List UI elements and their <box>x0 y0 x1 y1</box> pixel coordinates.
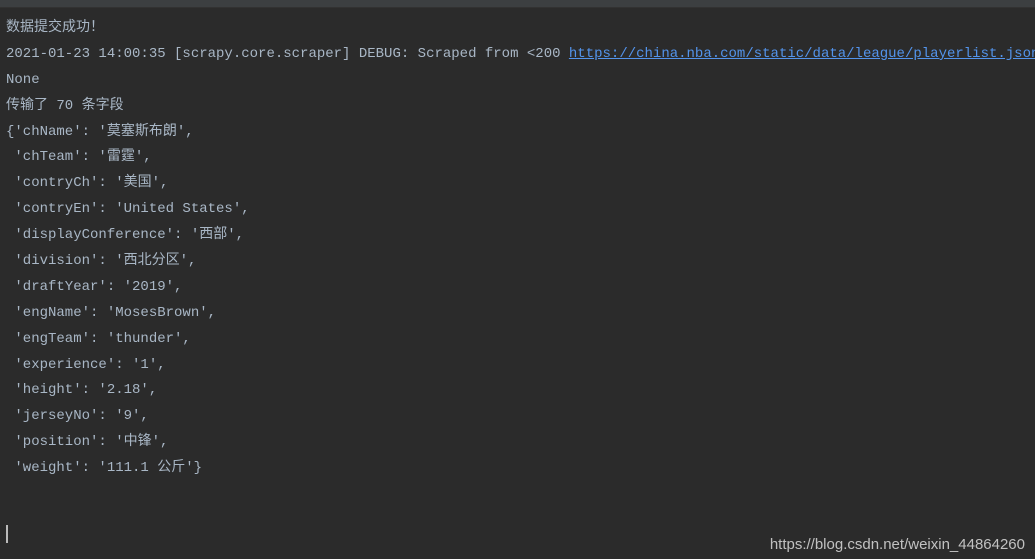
output-line-field: 'contryCh': '美国', <box>6 171 1029 197</box>
output-line-field: 'draftYear': '2019', <box>6 275 1029 301</box>
output-line-field: 'displayConference': '西部', <box>6 223 1029 249</box>
text-cursor <box>6 525 8 543</box>
output-line-field: 'engTeam': 'thunder', <box>6 327 1029 353</box>
output-line-transmit: 传输了 70 条字段 <box>6 94 1029 120</box>
scraped-url-link[interactable]: https://china.nba.com/static/data/league… <box>569 46 1035 62</box>
output-line-field: 'division': '西北分区', <box>6 249 1029 275</box>
output-line-field: 'contryEn': 'United States', <box>6 197 1029 223</box>
output-line-debug: 2021-01-23 14:00:35 [scrapy.core.scraper… <box>6 42 1029 68</box>
output-line-field: 'position': '中锋', <box>6 430 1029 456</box>
output-line-success: 数据提交成功！ <box>6 16 1029 42</box>
output-line-none: None <box>6 68 1029 94</box>
watermark-text: https://blog.csdn.net/weixin_44864260 <box>770 536 1025 553</box>
output-line-field: 'experience': '1', <box>6 353 1029 379</box>
output-line-field: 'engName': 'MosesBrown', <box>6 301 1029 327</box>
output-line-field: 'height': '2.18', <box>6 378 1029 404</box>
output-line-field: 'weight': '111.1 公斤'} <box>6 456 1029 482</box>
console-output: 数据提交成功！ 2021-01-23 14:00:35 [scrapy.core… <box>0 8 1035 490</box>
output-line-field: 'jerseyNo': '9', <box>6 404 1029 430</box>
output-line-dict-open: {'chName': '莫塞斯布朗', <box>6 120 1029 146</box>
editor-top-bar <box>0 0 1035 8</box>
output-line-field: 'chTeam': '雷霆', <box>6 145 1029 171</box>
log-prefix: 2021-01-23 14:00:35 [scrapy.core.scraper… <box>6 46 569 62</box>
